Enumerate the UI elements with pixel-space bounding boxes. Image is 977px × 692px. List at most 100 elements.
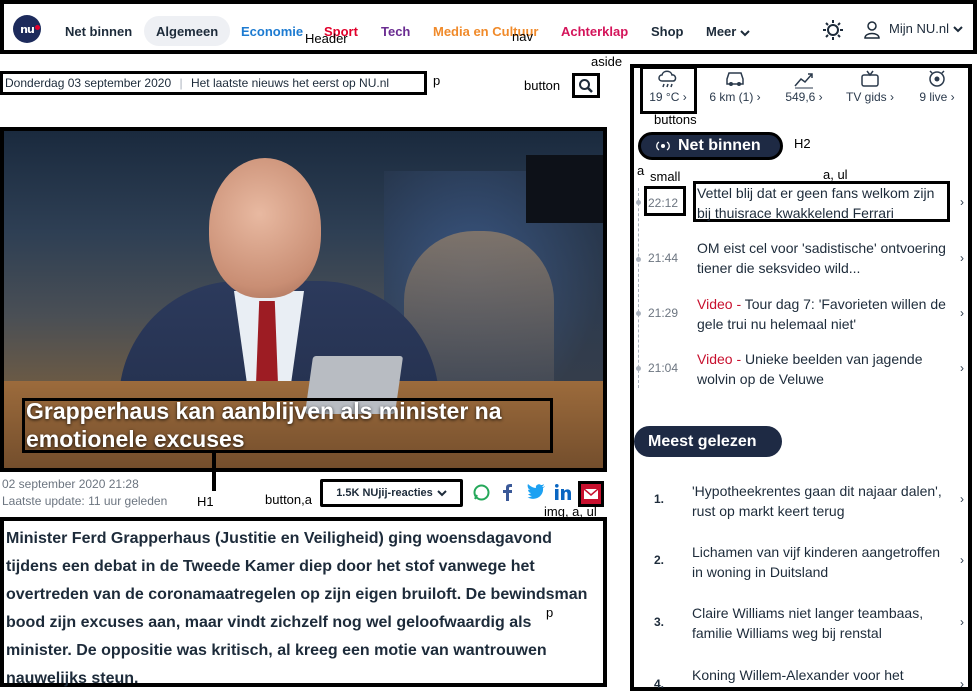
article-meta: 02 september 2020 21:28 Laatste update: …	[2, 476, 167, 510]
user-icon[interactable]	[864, 21, 880, 39]
nav-annotation: nav	[512, 29, 533, 44]
rank-number: 2.	[654, 553, 665, 567]
video-label: Video	[697, 296, 733, 312]
h2-annotation: H2	[794, 136, 811, 151]
video-label: Video	[697, 351, 733, 367]
sun-icon[interactable]	[822, 19, 844, 41]
stocks-button[interactable]: 549,6 ›	[776, 64, 832, 104]
news-time: 22:12	[648, 196, 679, 210]
title-annotation: H1	[197, 494, 214, 509]
nav-item-tech[interactable]: Tech	[381, 24, 410, 39]
timeline-dot	[636, 200, 641, 205]
site-header: nu Net binnen Algemeen Economie Sport Te…	[0, 0, 977, 54]
chevron-right-icon: ›	[960, 553, 964, 567]
news-time: 21:29	[648, 306, 679, 320]
account-link[interactable]: Mijn NU.nl	[889, 21, 963, 36]
title-annotation-stem	[212, 453, 216, 491]
nu-logo[interactable]: nu	[13, 15, 41, 43]
nav-meer-label: Meer	[706, 24, 737, 39]
news-time: 21:44	[648, 251, 679, 265]
timeline-dot	[636, 366, 641, 371]
news-headline-text: OM eist cel voor 'sadistische' ontvoerin…	[697, 240, 946, 276]
timeline-dot	[636, 311, 641, 316]
mail-icon	[584, 489, 598, 499]
tv-guide-label: TV gids ›	[845, 90, 894, 104]
rank-number: 4.	[654, 677, 665, 691]
header-annotation: Header	[305, 31, 348, 46]
weather-icon	[658, 70, 677, 88]
chevron-right-icon: ›	[960, 195, 964, 209]
article-lead: Minister Ferd Grapperhaus (Justitie en V…	[0, 517, 607, 687]
most-read-headline: Koning Willem-Alexander voor het	[692, 667, 904, 683]
net-binnen-heading[interactable]: Net binnen	[638, 132, 783, 160]
reactions-label: 1.5K NUjij-reacties	[336, 487, 433, 499]
most-read-headline: Claire Williams niet langer teambaas, fa…	[692, 605, 924, 641]
traffic-label: 6 km (1) ›	[709, 90, 761, 104]
timeline-dot	[636, 257, 641, 262]
search-button[interactable]	[572, 73, 600, 98]
news-headline: OM eist cel voor 'sadistische' ontvoerin…	[697, 238, 947, 278]
facebook-icon[interactable]	[503, 484, 513, 501]
lead-annotation: p	[546, 605, 554, 620]
buttons-annotation: buttons	[654, 112, 697, 127]
weather-button[interactable]: 19 °C ›	[644, 64, 692, 104]
chevron-down-icon	[740, 29, 750, 36]
small-annotation: small	[650, 169, 681, 184]
most-read-headline: 'Hypotheekrentes gaan dit najaar dalen',…	[692, 483, 942, 519]
video-label-separator: -	[732, 296, 745, 312]
stocks-icon	[794, 73, 813, 89]
video-label-separator: -	[732, 351, 746, 367]
news-headline-text: Vettel blij dat er geen fans welkom zijn…	[697, 185, 935, 221]
tv-icon	[861, 70, 879, 87]
a-annotation: a	[637, 163, 645, 178]
live-label: 9 live ›	[919, 90, 955, 104]
nujij-reactions-button[interactable]: 1.5K NUjij-reacties	[320, 479, 463, 507]
nav-item-shop[interactable]: Shop	[651, 24, 684, 39]
nav-item-economie[interactable]: Economie	[241, 24, 303, 39]
tv-guide-button[interactable]: TV gids ›	[838, 64, 902, 104]
account-label: Mijn NU.nl	[889, 21, 949, 36]
news-headline: Vettel blij dat er geen fans welkom zijn…	[697, 183, 947, 223]
reactions-annotation: button,a	[265, 492, 312, 507]
chevron-right-icon: ›	[960, 361, 964, 375]
chevron-down-icon	[437, 490, 447, 497]
news-time: 21:04	[648, 361, 679, 375]
rank-number: 1.	[654, 492, 665, 506]
meest-gelezen-title: Meest gelezen	[648, 432, 757, 450]
most-read-headline: Lichamen van vijf kinderen aangetroffen …	[692, 544, 941, 580]
nav-item-meer[interactable]: Meer	[706, 24, 750, 39]
timeline-line	[638, 188, 639, 388]
nav-item-achterklap[interactable]: Achterklap	[561, 24, 628, 39]
publish-date: 02 september 2020 21:28	[2, 477, 139, 491]
stocks-label: 549,6 ›	[785, 90, 823, 104]
nav-item-net-binnen[interactable]: Net binnen	[65, 24, 132, 39]
current-date: Donderdag 03 september 2020	[5, 76, 172, 90]
traffic-icon	[726, 72, 744, 86]
twitter-icon[interactable]	[527, 484, 545, 499]
hero-monitor	[526, 155, 603, 223]
linkedin-icon[interactable]	[555, 484, 571, 500]
logo-text: nu	[20, 22, 35, 36]
divider: |	[179, 76, 183, 90]
nav-item-algemeen[interactable]: Algemeen	[156, 24, 218, 39]
net-binnen-title: Net binnen	[678, 137, 761, 154]
date-tagline-bar: Donderdag 03 september 2020 | Het laatst…	[0, 71, 427, 95]
hero-figure-head	[209, 158, 321, 298]
whatsapp-icon[interactable]	[473, 484, 490, 501]
chevron-right-icon: ›	[960, 492, 964, 506]
live-button[interactable]: 9 live ›	[910, 64, 964, 104]
search-icon	[579, 78, 593, 93]
live-icon	[929, 70, 945, 87]
datebar-annotation: p	[433, 73, 441, 88]
logo-dot	[35, 25, 40, 30]
article-title[interactable]: Grapperhaus kan aanblijven als minister …	[26, 397, 566, 453]
chevron-right-icon: ›	[960, 677, 964, 691]
chevron-right-icon: ›	[960, 306, 964, 320]
meest-gelezen-heading[interactable]: Meest gelezen	[634, 426, 782, 457]
news-headline: Video - Unieke beelden van jagende wolvi…	[697, 349, 947, 389]
search-annotation: button	[524, 78, 561, 93]
aul-annotation: a, ul	[823, 167, 848, 182]
traffic-button[interactable]: 6 km (1) ›	[702, 64, 768, 104]
chevron-down-icon	[952, 26, 963, 33]
weather-label: 19 °C ›	[649, 90, 687, 104]
